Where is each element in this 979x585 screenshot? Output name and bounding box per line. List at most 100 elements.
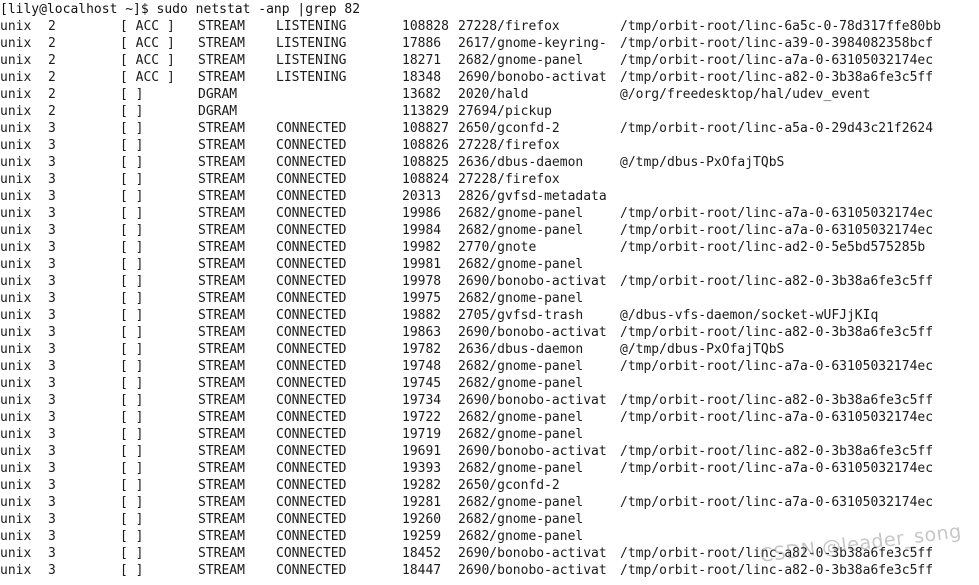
row-pid-program: 2650/gconfd-2 [458,478,560,493]
row-inode: 19745 [402,376,442,391]
row-pid-program: 2636/dbus-daemon [458,342,584,357]
table-row: unix 3 [ ] STREAM CONNECTED 18452 2690/bonobo-… [0,545,979,562]
row-inode: 18452 [402,546,442,561]
row-state: CONNECTED [276,461,347,476]
row-flags: [ ] [120,410,144,425]
row-inode: 18271 [402,53,442,68]
table-row: unix 3 [ ] STREAM CONNECTED 19259 2682/gnome-p… [0,528,979,545]
row-proto: unix [0,444,32,459]
row-proto: unix [0,461,32,476]
table-row: unix 2 [ ] DGRAM 13682 2020/hald @/org/freedes… [0,86,979,103]
row-refcnt: 3 [48,444,56,459]
row-state: CONNECTED [276,291,347,306]
row-refcnt: 3 [48,240,56,255]
table-row: unix 3 [ ] STREAM CONNECTED 19984 2682/gnome-p… [0,222,979,239]
row-path: /tmp/orbit-root/linc-a7a-0-63105032174ec [620,53,934,68]
row-path: /tmp/orbit-root/linc-a82-0-3b38a6fe3c5ff [620,393,934,408]
row-flags: [ ] [120,308,144,323]
row-path: /tmp/orbit-root/linc-a82-0-3b38a6fe3c5ff [620,325,934,340]
row-path: @/dbus-vfs-daemon/socket-wUFJjKIq [620,308,879,323]
row-proto: unix [0,427,32,442]
table-row: unix 3 [ ] STREAM CONNECTED 19863 2690/bonobo-… [0,324,979,341]
row-state: CONNECTED [276,376,347,391]
row-proto: unix [0,172,32,187]
row-proto: unix [0,104,32,119]
row-flags: [ ] [120,444,144,459]
row-inode: 19748 [402,359,442,374]
row-type: DGRAM [198,87,238,102]
row-flags: [ ] [120,121,144,136]
row-inode: 19281 [402,495,442,510]
row-flags: [ ] [120,240,144,255]
row-type: DGRAM [198,104,238,119]
row-inode: 19259 [402,529,442,544]
row-pid-program: 2682/gnome-panel [458,291,584,306]
row-path: /tmp/orbit-root/linc-a7a-0-63105032174ec [620,495,934,510]
row-state: CONNECTED [276,257,347,272]
row-refcnt: 3 [48,223,56,238]
table-row: unix 3 [ ] STREAM CONNECTED 19982 2770/gnote/t… [0,239,979,256]
row-pid-program: 27228/firefox [458,19,560,34]
row-flags: [ ] [120,376,144,391]
row-type: STREAM [198,546,245,561]
row-flags: [ ] [120,427,144,442]
row-inode: 108827 [402,121,449,136]
row-pid-program: 2682/gnome-panel [458,53,584,68]
row-state: CONNECTED [276,121,347,136]
table-row: unix 3 [ ] STREAM CONNECTED 19782 2636/dbus-da… [0,341,979,358]
row-inode: 108828 [402,19,449,34]
row-type: STREAM [198,512,245,527]
row-inode: 108824 [402,172,449,187]
row-type: STREAM [198,206,245,221]
row-pid-program: 27228/firefox [458,138,560,153]
row-state: CONNECTED [276,359,347,374]
row-proto: unix [0,155,32,170]
row-proto: unix [0,87,32,102]
row-proto: unix [0,512,32,527]
row-type: STREAM [198,257,245,272]
row-inode: 18447 [402,563,442,578]
row-inode: 19691 [402,444,442,459]
row-pid-program: 2682/gnome-panel [458,257,584,272]
row-refcnt: 3 [48,257,56,272]
row-refcnt: 2 [48,104,56,119]
row-inode: 19981 [402,257,442,272]
table-row: unix 3 [ ] STREAM CONNECTED 108824 27228/firef… [0,171,979,188]
row-proto: unix [0,121,32,136]
row-state: CONNECTED [276,563,347,578]
row-pid-program: 2617/gnome-keyring- [458,36,607,51]
row-flags: [ ] [120,138,144,153]
row-proto: unix [0,342,32,357]
table-row: unix 3 [ ] STREAM CONNECTED 19691 2690/bonobo-… [0,443,979,460]
row-state: CONNECTED [276,512,347,527]
row-pid-program: 2682/gnome-panel [458,512,584,527]
row-pid-program: 2705/gvfsd-trash [458,308,584,323]
row-flags: [ ] [120,512,144,527]
row-refcnt: 3 [48,427,56,442]
row-pid-program: 2636/dbus-daemon [458,155,584,170]
row-inode: 19722 [402,410,442,425]
row-state: CONNECTED [276,206,347,221]
row-proto: unix [0,325,32,340]
row-refcnt: 3 [48,529,56,544]
row-refcnt: 3 [48,546,56,561]
row-state: CONNECTED [276,172,347,187]
row-flags: [ ] [120,87,144,102]
row-refcnt: 3 [48,274,56,289]
row-proto: unix [0,529,32,544]
row-flags: [ ] [120,189,144,204]
row-pid-program: 2826/gvfsd-metadata [458,189,607,204]
row-inode: 19978 [402,274,442,289]
row-inode: 19734 [402,393,442,408]
terminal-window[interactable]: [lily@localhost ~]$ sudo netstat -anp |g… [0,0,979,585]
row-flags: [ ] [120,325,144,340]
row-flags: [ ] [120,495,144,510]
row-pid-program: 2690/bonobo-activat [458,274,607,289]
row-state: CONNECTED [276,529,347,544]
row-state: LISTENING [276,53,347,68]
row-proto: unix [0,546,32,561]
row-proto: unix [0,138,32,153]
row-pid-program: 2682/gnome-panel [458,461,584,476]
row-flags: [ ] [120,359,144,374]
row-inode: 19719 [402,427,442,442]
